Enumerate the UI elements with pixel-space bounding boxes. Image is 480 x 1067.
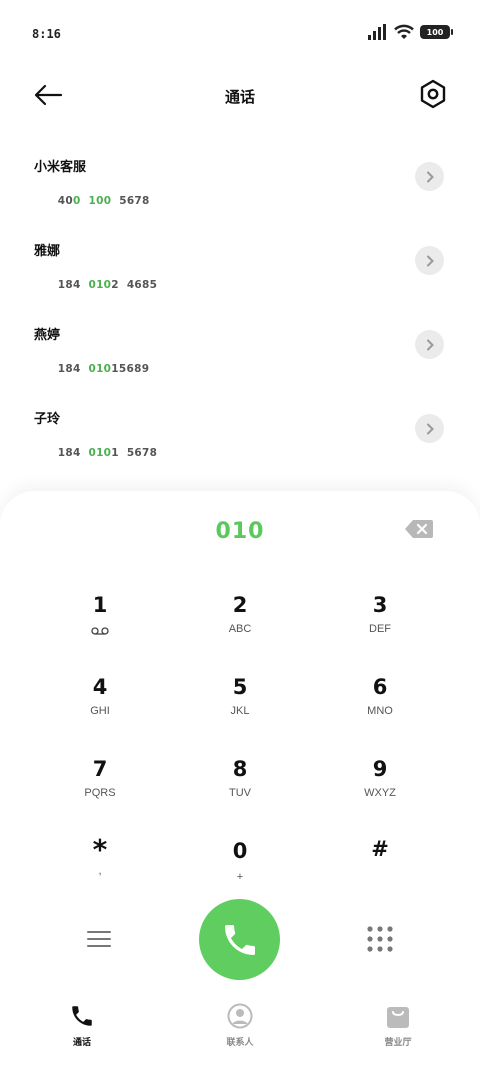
key-digit: 0 — [232, 839, 248, 863]
shopping-bag-icon — [387, 1007, 409, 1028]
wifi-icon — [394, 24, 414, 39]
contact-number: 400 100 5678 — [34, 183, 150, 219]
key-3[interactable]: 3 DEF — [310, 583, 450, 665]
signal-icon — [368, 24, 386, 40]
contact-row[interactable]: 燕婷 184 01015689 — [0, 302, 480, 386]
contact-name: 小米客服 — [34, 160, 87, 175]
contact-list: 小米客服 400 100 5678 雅娜 184 0102 4685 燕婷 18… — [0, 134, 480, 470]
key-digit: 9 — [372, 757, 388, 781]
key-letters: + — [236, 871, 244, 883]
key-2[interactable]: 2 ABC — [170, 583, 310, 665]
contact-detail-button[interactable] — [415, 162, 444, 191]
key-8[interactable]: 8 TUV — [170, 747, 310, 829]
number-part: 1 5678 — [111, 447, 158, 459]
number-part: 40 — [57, 195, 73, 207]
nav-item-calls[interactable]: 通话 — [32, 1003, 132, 1063]
number-match: 0 — [72, 195, 81, 207]
contact-name: 子玲 — [34, 412, 61, 427]
number-part: 184 — [57, 447, 89, 459]
key-letters: ABC — [228, 623, 252, 635]
phone-icon — [224, 924, 255, 955]
keypad-toggle-button[interactable] — [366, 925, 394, 953]
battery-level: 100 — [426, 27, 444, 37]
contact-name: 燕婷 — [34, 328, 61, 343]
number-part: 2 4685 — [111, 279, 158, 291]
status-time: 8:16 — [32, 27, 61, 41]
nav-label: 通话 — [72, 1038, 91, 1048]
status-icons: 100 — [368, 24, 453, 40]
number-part: 5678 — [111, 195, 150, 207]
settings-button[interactable] — [418, 78, 448, 110]
number-match: 010 — [88, 363, 112, 375]
keypad: 1 2 ABC 3 DEF 4 GHI 5 JKL 6 MNO 7 PQRS 8… — [30, 583, 450, 911]
key-5[interactable]: 5 JKL — [170, 665, 310, 747]
contact-detail-button[interactable] — [415, 246, 444, 275]
key-9[interactable]: 9 WXYZ — [310, 747, 450, 829]
phone-icon — [72, 1006, 92, 1026]
contact-row[interactable]: 雅娜 184 0102 4685 — [0, 218, 480, 302]
contact-number: 184 01015689 — [34, 351, 149, 387]
key-4[interactable]: 4 GHI — [30, 665, 170, 747]
chevron-right-icon — [426, 255, 434, 266]
dialpad: 010 1 2 ABC 3 DEF 4 GHI 5 JKL 6 MNO 7 PQ… — [0, 491, 480, 1067]
chevron-right-icon — [426, 339, 434, 350]
page-title: 通话 — [224, 88, 255, 106]
key-letters: GHI — [90, 705, 110, 717]
person-icon — [227, 1003, 253, 1029]
chevron-right-icon — [426, 423, 434, 434]
key-hash[interactable]: # — [310, 829, 450, 911]
nav-label: 营业厅 — [384, 1038, 412, 1048]
number-match: 010 — [88, 279, 112, 291]
key-digit: 4 — [92, 675, 108, 699]
key-digit: 5 — [232, 675, 248, 699]
key-letters: WXYZ — [364, 787, 396, 799]
key-digit: * — [92, 833, 108, 866]
key-letters: , — [98, 865, 102, 877]
contact-number: 184 0102 4685 — [34, 267, 157, 303]
key-digit: 6 — [372, 675, 388, 699]
battery-indicator: 100 — [420, 25, 453, 39]
key-letters: MNO — [367, 705, 393, 717]
menu-button[interactable] — [86, 928, 112, 950]
key-6[interactable]: 6 MNO — [310, 665, 450, 747]
key-digit: 8 — [232, 757, 248, 781]
number-match: 010 — [88, 447, 112, 459]
key-7[interactable]: 7 PQRS — [30, 747, 170, 829]
number-match: 100 — [88, 195, 112, 207]
contact-detail-button[interactable] — [415, 414, 444, 443]
key-digit: 2 — [232, 593, 248, 617]
key-1[interactable]: 1 — [30, 583, 170, 665]
number-part: 15689 — [111, 363, 150, 375]
number-part: 184 — [57, 363, 89, 375]
key-star[interactable]: * , — [30, 829, 170, 911]
call-button[interactable] — [199, 899, 280, 980]
key-digit: 1 — [92, 593, 108, 617]
chevron-right-icon — [426, 171, 434, 182]
dialpad-grid-icon — [367, 926, 393, 952]
key-digit: # — [371, 837, 389, 861]
key-digit: 7 — [92, 757, 108, 781]
menu-icon — [87, 931, 111, 947]
contact-number: 184 0101 5678 — [34, 435, 157, 471]
key-letters: DEF — [369, 623, 391, 635]
key-digit: 3 — [372, 593, 388, 617]
contact-name: 雅娜 — [34, 244, 61, 259]
key-letters: PQRS — [84, 787, 116, 799]
key-letters: TUV — [229, 787, 251, 799]
backspace-icon — [405, 520, 433, 538]
key-letters: JKL — [230, 705, 250, 717]
nav-item-store[interactable]: 营业厅 — [348, 1003, 448, 1063]
bottom-nav: 通话 联系人 营业厅 — [0, 993, 480, 1067]
contact-detail-button[interactable] — [415, 330, 444, 359]
voicemail-icon — [30, 627, 170, 635]
contact-row[interactable]: 小米客服 400 100 5678 — [0, 134, 480, 218]
status-bar: 8:16 100 — [0, 0, 480, 68]
hexagon-settings-icon — [420, 79, 446, 109]
number-part: 184 — [57, 279, 89, 291]
backspace-button[interactable] — [404, 519, 434, 539]
header: 通话 — [0, 72, 480, 120]
contact-row[interactable]: 子玲 184 0101 5678 — [0, 386, 480, 470]
nav-item-contacts[interactable]: 联系人 — [190, 1003, 290, 1063]
nav-label: 联系人 — [226, 1038, 254, 1048]
